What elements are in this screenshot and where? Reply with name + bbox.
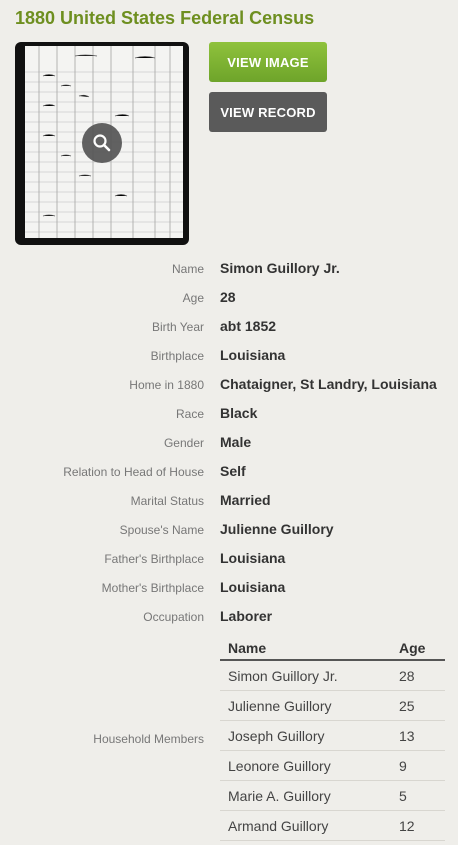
magnifier-icon	[93, 134, 111, 152]
detail-label: Father's Birthplace	[104, 552, 204, 566]
detail-value: Laborer	[220, 608, 273, 624]
table-row: Simon Guillory Jr. 28	[220, 661, 445, 691]
detail-row: Spouse's Name Julienne Guillory	[0, 520, 458, 542]
detail-row: Age 28	[0, 288, 458, 310]
member-name: Armand Guillory	[228, 818, 329, 834]
detail-label: Race	[175, 407, 204, 421]
household-table-header: Name Age	[220, 635, 445, 661]
detail-value: Self	[220, 463, 246, 479]
member-age: 5	[399, 788, 407, 804]
view-image-button[interactable]: VIEW IMAGE	[209, 42, 327, 82]
detail-row: Birthplace Louisiana	[0, 346, 458, 368]
detail-label: Gender	[163, 436, 204, 450]
detail-value: 28	[220, 289, 236, 305]
member-age: 9	[399, 758, 407, 774]
table-row: Armand Guillory 12	[220, 811, 445, 841]
household-members-label: Household Members	[93, 732, 204, 746]
member-age: 25	[399, 698, 415, 714]
member-name: Simon Guillory Jr.	[228, 668, 338, 684]
detail-value: Simon Guillory Jr.	[220, 260, 340, 276]
detail-value: abt 1852	[220, 318, 277, 334]
household-members-table: Name Age Simon Guillory Jr. 28 Julienne Gu…	[220, 635, 445, 841]
detail-value: Louisiana	[220, 579, 286, 595]
view-record-button[interactable]: VIEW RECORD	[209, 92, 327, 132]
detail-row: Father's Birthplace Louisiana	[0, 549, 458, 571]
detail-value: Julienne Guillory	[220, 521, 334, 537]
member-name: Marie A. Guillory	[228, 788, 331, 804]
detail-row: Occupation Laborer	[0, 607, 458, 629]
detail-label: Birth Year	[151, 320, 204, 334]
member-age: 12	[399, 818, 415, 834]
detail-label: Relation to Head of House	[63, 465, 204, 479]
table-row: Julienne Guillory 25	[220, 691, 445, 721]
detail-value: Male	[220, 434, 252, 450]
member-name: Leonore Guillory	[228, 758, 331, 774]
table-row: Joseph Guillory 13	[220, 721, 445, 751]
detail-value: Chataigner, St Landry, Louisiana	[220, 376, 437, 392]
column-header-name: Name	[228, 640, 267, 656]
detail-row: Birth Year abt 1852	[0, 317, 458, 339]
detail-label: Name	[171, 262, 204, 276]
detail-row: Name Simon Guillory Jr.	[0, 259, 458, 281]
member-age: 28	[399, 668, 415, 684]
detail-label: Marital Status	[130, 494, 204, 508]
member-name: Joseph Guillory	[228, 728, 325, 744]
detail-label: Spouse's Name	[119, 523, 204, 537]
member-name: Julienne Guillory	[228, 698, 332, 714]
detail-value: Black	[220, 405, 258, 421]
detail-row: Marital Status Married	[0, 491, 458, 513]
detail-value: Louisiana	[220, 347, 286, 363]
zoom-button[interactable]	[82, 123, 122, 163]
table-row: Marie A. Guillory 5	[220, 781, 445, 811]
detail-label: Occupation	[143, 610, 204, 624]
detail-label: Age	[182, 291, 204, 305]
member-age: 13	[399, 728, 415, 744]
detail-row: Relation to Head of House Self	[0, 462, 458, 484]
detail-label: Birthplace	[150, 349, 204, 363]
page-title: 1880 United States Federal Census	[15, 8, 315, 28]
detail-row: Gender Male	[0, 433, 458, 455]
detail-value: Married	[220, 492, 271, 508]
detail-row: Home in 1880 Chataigner, St Landry, Louis…	[0, 375, 458, 397]
column-header-age: Age	[399, 640, 426, 656]
detail-row: Mother's Birthplace Louisiana	[0, 578, 458, 600]
detail-label: Mother's Birthplace	[101, 581, 204, 595]
table-row: Leonore Guillory 9	[220, 751, 445, 781]
detail-value: Louisiana	[220, 550, 286, 566]
detail-label: Home in 1880	[129, 378, 204, 392]
record-image-thumbnail[interactable]	[15, 42, 189, 245]
detail-row: Race Black	[0, 404, 458, 426]
